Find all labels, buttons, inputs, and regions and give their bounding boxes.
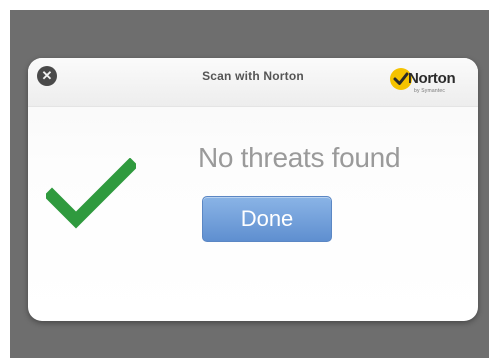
done-button[interactable]: Done xyxy=(202,196,332,242)
scan-result-dialog: ✕ Scan with Norton Norton by Symantec No… xyxy=(28,58,478,321)
scan-result-message: No threats found xyxy=(198,142,401,173)
logo-sublabel: by Symantec xyxy=(414,88,446,94)
dialog-titlebar: ✕ Scan with Norton Norton by Symantec xyxy=(28,58,478,107)
checkmark-icon xyxy=(43,157,139,238)
logo-wordmark: Norton xyxy=(408,70,456,87)
norton-logo: Norton by Symantec xyxy=(390,68,472,98)
